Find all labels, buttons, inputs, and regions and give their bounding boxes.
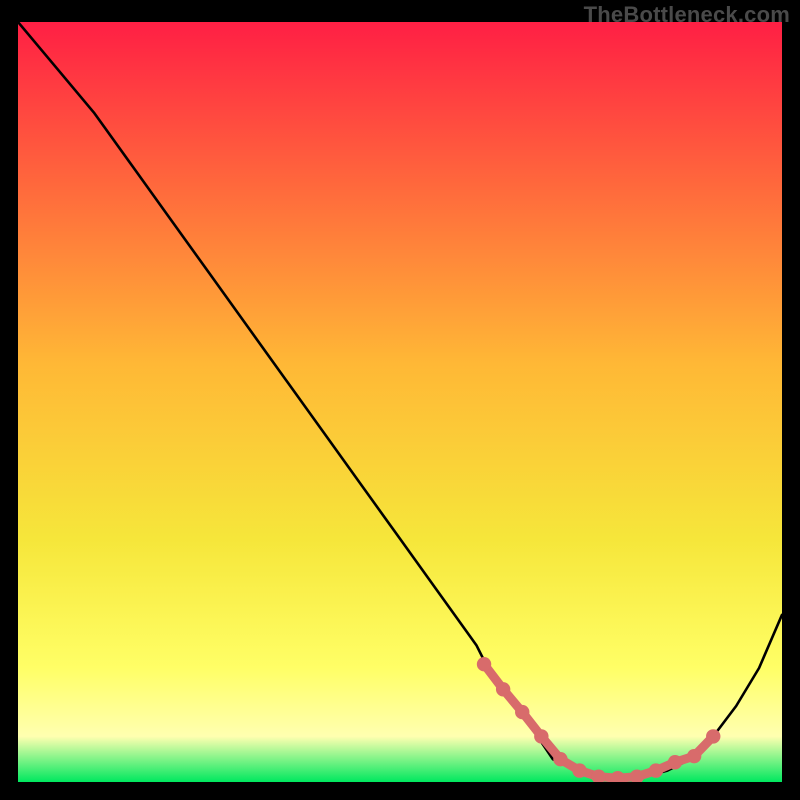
plot-area [18, 22, 782, 782]
marker-dot [534, 729, 548, 743]
marker-dot [687, 749, 701, 763]
plot-svg [18, 22, 782, 782]
marker-dot [553, 752, 567, 766]
gradient-background [18, 22, 782, 782]
marker-dot [477, 657, 491, 671]
marker-dot [515, 705, 529, 719]
marker-dot [706, 729, 720, 743]
chart-stage: TheBottleneck.com [0, 0, 800, 800]
watermark-label: TheBottleneck.com [584, 2, 790, 28]
marker-dot [649, 763, 663, 777]
marker-dot [496, 682, 510, 696]
marker-dot [668, 755, 682, 769]
marker-dot [572, 763, 586, 777]
